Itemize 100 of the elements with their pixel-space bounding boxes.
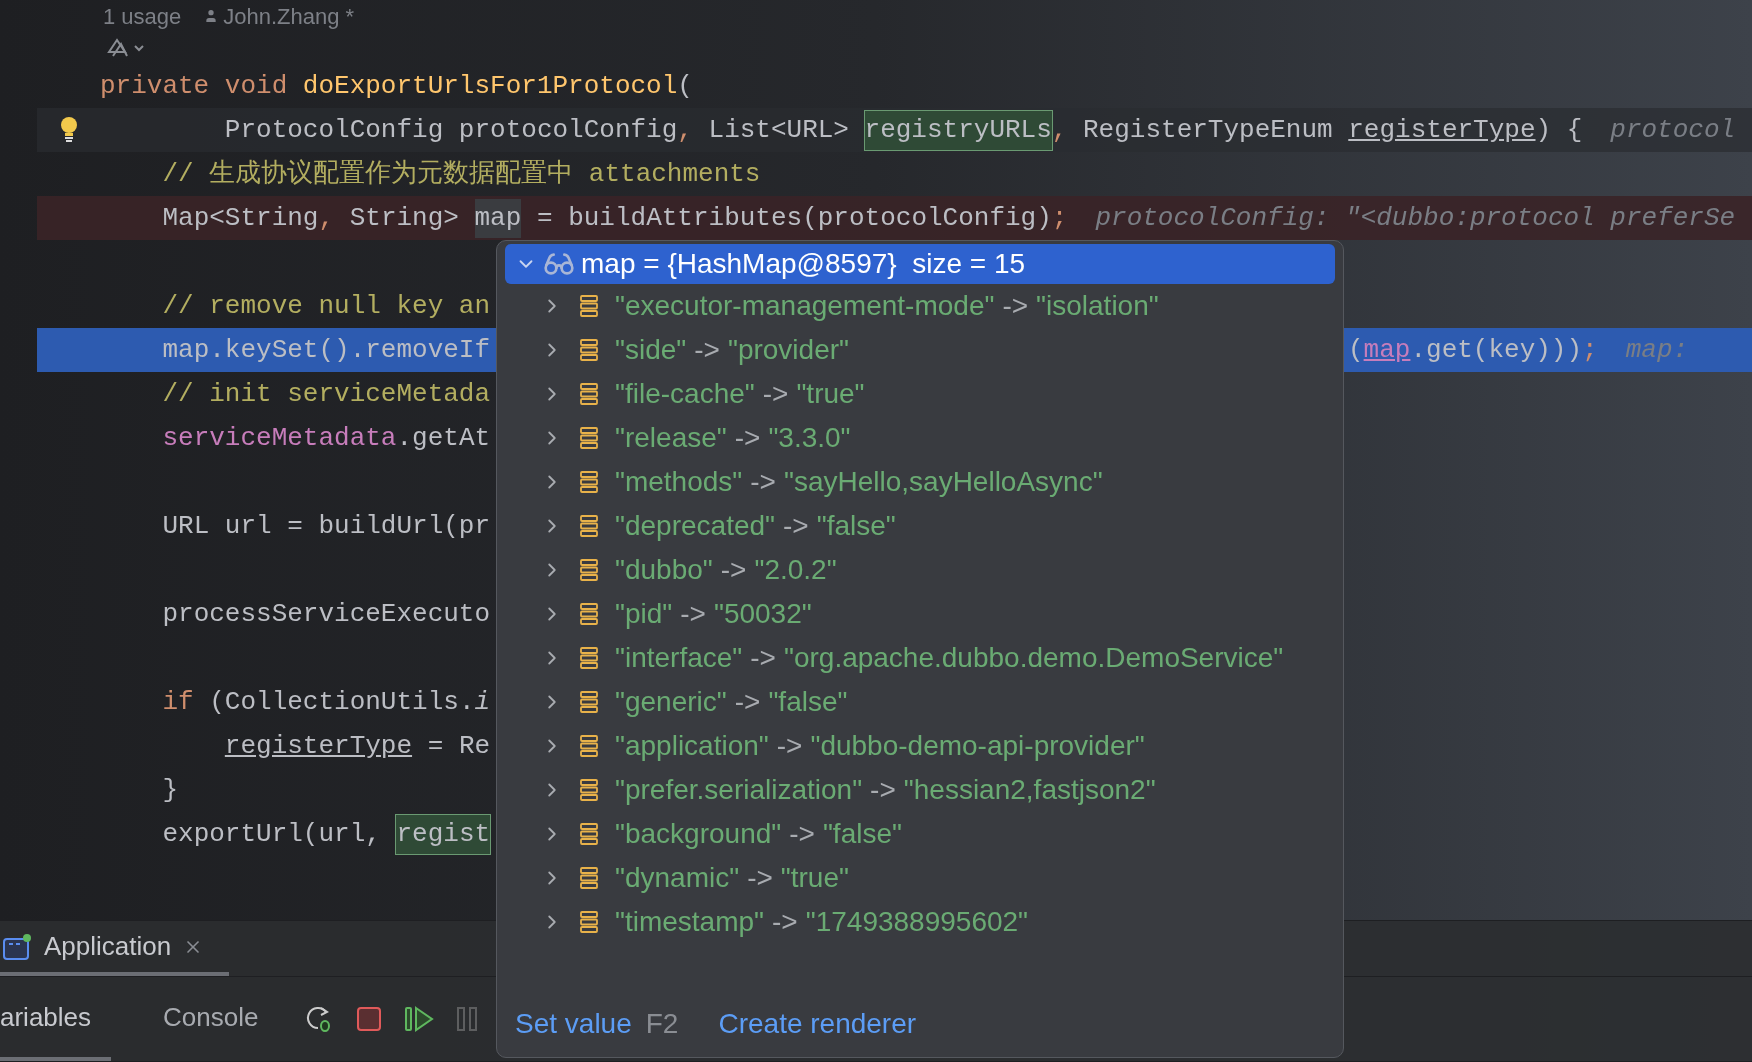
tree-row[interactable]: "application" -> "dubbo-demo-api-provider" xyxy=(497,724,1343,768)
arrow-separator: -> xyxy=(680,598,706,629)
method-name: doExportUrlsFor1Protocol xyxy=(302,69,678,103)
create-renderer-link[interactable]: Create renderer xyxy=(718,1003,917,1045)
arrow-separator: -> xyxy=(772,906,798,937)
map-entry-icon xyxy=(579,558,599,582)
map-entry-icon xyxy=(579,426,599,450)
map-key: "background" xyxy=(615,818,782,849)
code-text: ) { xyxy=(1535,113,1583,147)
tree-row[interactable]: "background" -> "false" xyxy=(497,812,1343,856)
map-key: "dubbo" xyxy=(615,554,713,585)
tree-row[interactable]: "release" -> "3.3.0" xyxy=(497,416,1343,460)
map-value: "hessian2,fastjson2" xyxy=(903,774,1156,805)
map-entry-icon xyxy=(579,866,599,890)
map-key: "application" xyxy=(615,730,769,761)
arrow-separator: -> xyxy=(870,774,896,805)
usage-count[interactable]: 1 usage xyxy=(103,0,182,33)
map-entry-icon xyxy=(579,778,599,802)
panel-tab[interactable]: Console xyxy=(163,977,259,1061)
arrow-separator: -> xyxy=(789,818,815,849)
map-value: "true" xyxy=(796,378,865,409)
shortcut-hint: F2 xyxy=(645,1007,679,1041)
map-value: "sayHello,sayHelloAsync" xyxy=(783,466,1103,497)
map-key: "pid" xyxy=(615,598,673,629)
code-text: ( xyxy=(677,69,693,103)
code-text: = buildAttributes(protocolConfig) xyxy=(536,201,1052,235)
map-key: "dynamic" xyxy=(615,862,740,893)
arrow-separator: -> xyxy=(1002,290,1029,321)
tree-row[interactable]: "dubbo" -> "2.0.2" xyxy=(497,548,1343,592)
map-entry-icon xyxy=(579,382,599,406)
variable-name: map xyxy=(474,198,522,238)
map-key: "side" xyxy=(615,334,687,365)
arrow-separator: -> xyxy=(734,422,761,453)
map-value: "false" xyxy=(816,510,896,541)
code-text: .getAt xyxy=(396,421,491,455)
map-value: "false" xyxy=(768,686,848,717)
arrow-separator: -> xyxy=(734,686,761,717)
code-text: URL url = buildUrl(pr xyxy=(162,509,491,543)
punctuation: , xyxy=(318,201,335,235)
tree-row[interactable]: "methods" -> "sayHello,sayHelloAsync" xyxy=(497,460,1343,504)
method-name: i xyxy=(474,685,491,719)
arrow-separator: -> xyxy=(720,554,747,585)
map-value: "3.3.0" xyxy=(768,422,851,453)
tree-row[interactable]: "pid" -> "50032" xyxy=(497,592,1343,636)
code-comment: // remove null key an xyxy=(162,289,491,323)
code-text: .get(key))) xyxy=(1410,333,1583,367)
code-text: Map<String xyxy=(162,201,319,235)
arrow-separator: -> xyxy=(783,510,809,541)
map-value: "true" xyxy=(780,862,849,893)
tree-row[interactable]: "side" -> "provider" xyxy=(497,328,1343,372)
resume-icon[interactable] xyxy=(404,1005,435,1033)
set-value-link[interactable]: Set value xyxy=(515,1003,632,1045)
panel-tab[interactable]: ariables xyxy=(0,977,112,1061)
lightbulb-icon[interactable] xyxy=(58,116,79,144)
map-value: "50032" xyxy=(713,598,812,629)
keyword-text: if xyxy=(162,685,195,719)
map-entry-icon xyxy=(579,734,599,758)
arrow-separator: -> xyxy=(762,378,789,409)
tree-row[interactable]: "deprecated" -> "false" xyxy=(497,504,1343,548)
author-name: John.Zhang * xyxy=(223,2,355,31)
code-text: List<URL> xyxy=(708,113,850,147)
tree-row[interactable]: "prefer.serialization" -> "hessian2,fastjson2" xyxy=(497,768,1343,812)
run-tab[interactable]: Application xyxy=(0,921,230,976)
parameter-name: registerType xyxy=(1348,113,1536,147)
tree-row[interactable]: "executor-management-mode" -> "isolation" xyxy=(497,284,1343,328)
tree-row[interactable]: "interface" -> "org.apache.dubbo.demo.DemoService" xyxy=(497,636,1343,680)
parameter-name: registerType xyxy=(224,729,413,763)
application-window-icon xyxy=(2,932,32,961)
inline-value-hint: protocolConfig: "<dubbo:protocol preferSe xyxy=(1095,201,1736,235)
tree-row[interactable]: "dynamic" -> "true" xyxy=(497,856,1343,900)
map-value: "provider" xyxy=(727,334,849,365)
map-entry-icon xyxy=(579,646,599,670)
map-key: "prefer.serialization" xyxy=(615,774,863,805)
code-text: ProtocolConfig protocolConfig xyxy=(224,113,678,147)
punctuation: , xyxy=(1051,113,1068,147)
punctuation: , xyxy=(677,113,693,147)
map-entry-icon xyxy=(579,822,599,846)
stop-icon[interactable] xyxy=(356,1006,383,1032)
code-text: RegisterTypeEnum xyxy=(1083,113,1334,147)
map-entry-icon xyxy=(579,514,599,538)
tree-row[interactable]: "timestamp" -> "1749388995602" xyxy=(497,900,1343,944)
map-value: "isolation" xyxy=(1036,290,1159,321)
map-value: "2.0.2" xyxy=(754,554,837,585)
code-text: (CollectionUtils. xyxy=(209,685,475,719)
map-key: "interface" xyxy=(615,642,743,673)
map-entry-icon xyxy=(579,470,599,494)
map-key: "executor-management-mode" xyxy=(615,290,995,321)
punctuation: ; xyxy=(1051,201,1068,235)
inline-value-hint: map: xyxy=(1625,333,1689,367)
code-text: String> xyxy=(349,201,460,235)
map-key: "timestamp" xyxy=(615,906,765,937)
map-value: "false" xyxy=(822,818,902,849)
code-comment: // 生成协议配置作为元数据配置中 attachments xyxy=(162,157,761,191)
tree-row[interactable]: "generic" -> "false" xyxy=(497,680,1343,724)
map-entry-icon xyxy=(579,338,599,362)
tree-row[interactable]: "file-cache" -> "true" xyxy=(497,372,1343,416)
code-text: ( xyxy=(1348,333,1364,367)
inline-value-hint: protocol xyxy=(1610,113,1736,147)
arrow-separator: -> xyxy=(750,642,776,673)
tree-row[interactable]: map = {HashMap@8597} size = 15 xyxy=(505,244,1335,284)
